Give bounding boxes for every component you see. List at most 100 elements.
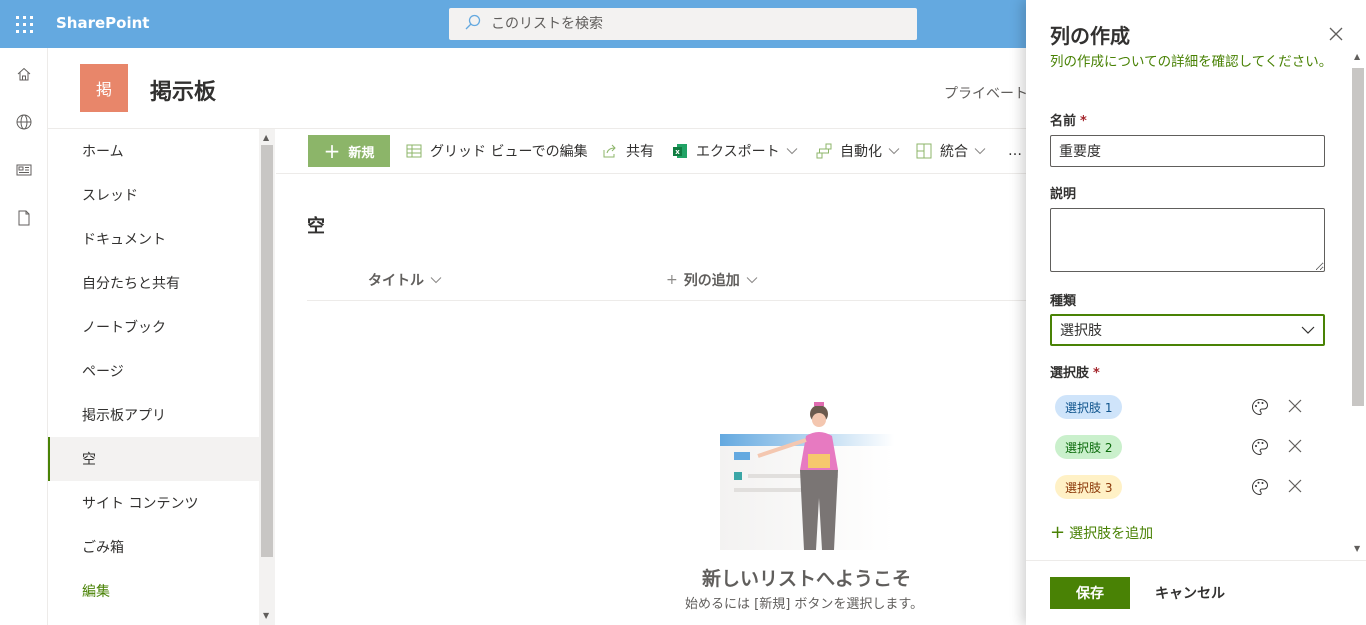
automate-label: 自動化	[840, 144, 882, 160]
choice-pill[interactable]: 選択肢 2	[1055, 435, 1123, 459]
chevron-down-icon	[888, 147, 900, 155]
home-icon[interactable]	[14, 64, 34, 84]
palette-icon[interactable]	[1251, 478, 1269, 496]
integrate-button[interactable]: 統合	[916, 141, 986, 161]
learn-more-link[interactable]: 列の作成についての詳細を確認してください。	[1050, 52, 1338, 72]
nav-item-pages[interactable]: ページ	[48, 349, 260, 393]
nav-edit-link[interactable]: 編集	[48, 569, 260, 613]
scroll-up-icon[interactable]: ▲	[1354, 52, 1360, 61]
automate-icon	[816, 143, 832, 159]
share-button[interactable]: 共有	[602, 141, 654, 161]
nav-item-empty[interactable]: 空	[48, 437, 260, 481]
description-label: 説明	[1050, 187, 1077, 202]
grid-edit-button[interactable]: グリッド ビューでの編集	[406, 141, 588, 161]
remove-choice-icon[interactable]	[1287, 478, 1305, 496]
add-choice-label: 選択肢を追加	[1069, 525, 1154, 542]
description-textarea[interactable]	[1050, 208, 1325, 272]
plus-icon: +	[666, 272, 678, 288]
grid-edit-label: グリッド ビューでの編集	[430, 144, 588, 160]
nav-item-recycle-bin[interactable]: ごみ箱	[48, 525, 260, 569]
add-column-button[interactable]: + 列の追加	[666, 270, 758, 290]
create-column-panel: 列の作成 列の作成についての詳細を確認してください。 名前* 説明 種類 選択肢…	[1026, 0, 1366, 625]
remove-choice-icon[interactable]	[1287, 438, 1305, 456]
required-mark: *	[1093, 366, 1100, 381]
choice-row: 選択肢 2	[1050, 432, 1325, 462]
nav-item-documents[interactable]: ドキュメント	[48, 217, 260, 261]
share-icon	[602, 143, 618, 159]
panel-scroll-thumb[interactable]	[1352, 68, 1364, 406]
choice-row: 選択肢 1	[1050, 392, 1325, 422]
search-icon	[465, 14, 481, 34]
add-choice-button[interactable]: + 選択肢を追加	[1050, 522, 1153, 543]
nav-item-home[interactable]: ホーム	[48, 129, 260, 173]
search-input[interactable]	[491, 16, 891, 32]
scroll-down-icon[interactable]: ▼	[1354, 544, 1360, 553]
scroll-down-icon[interactable]: ▼	[263, 611, 269, 620]
type-label: 種類	[1050, 294, 1077, 309]
choice-pill[interactable]: 選択肢 1	[1055, 395, 1123, 419]
nav-scroll-thumb[interactable]	[261, 145, 273, 557]
panel-scrollbar[interactable]: ▲ ▼	[1350, 48, 1366, 560]
type-dropdown[interactable]: 選択肢	[1050, 314, 1325, 346]
left-nav: ホーム スレッド ドキュメント 自分たちと共有 ノートブック ページ 掲示板アプ…	[48, 129, 260, 625]
empty-state-title: 新しいリストへようこそ	[702, 568, 912, 590]
share-label: 共有	[626, 144, 654, 160]
search-box[interactable]	[449, 8, 917, 40]
choice-row: 選択肢 3	[1050, 472, 1325, 502]
add-column-label: 列の追加	[683, 273, 740, 289]
site-logo[interactable]: 掲	[80, 64, 128, 112]
scroll-up-icon[interactable]: ▲	[263, 133, 269, 142]
empty-state-subtitle: 始めるには [新規] ボタンを選択します。	[685, 597, 924, 612]
command-bar: + 新規 グリッド ビューでの編集 共有 x エクスポート 自動化 統合 …	[276, 129, 1026, 173]
chevron-down-icon	[430, 276, 442, 284]
column-title-label: タイトル	[368, 273, 424, 289]
globe-icon[interactable]	[14, 112, 34, 132]
remove-choice-icon[interactable]	[1287, 398, 1305, 416]
export-button[interactable]: x エクスポート	[672, 141, 798, 161]
excel-icon: x	[672, 143, 688, 159]
name-input[interactable]	[1050, 135, 1325, 167]
command-divider	[276, 173, 1026, 174]
nav-item-shared-with-us[interactable]: 自分たちと共有	[48, 261, 260, 305]
panel-title: 列の作成	[1050, 24, 1130, 48]
column-header-title[interactable]: タイトル	[368, 270, 442, 290]
chevron-down-icon	[746, 276, 758, 284]
app-launcher-icon[interactable]	[0, 0, 48, 48]
svg-text:x: x	[675, 148, 680, 156]
nav-item-board-app[interactable]: 掲示板アプリ	[48, 393, 260, 437]
choices-label-text: 選択肢	[1050, 366, 1090, 381]
more-button[interactable]: …	[1008, 141, 1022, 161]
nav-item-site-contents[interactable]: サイト コンテンツ	[48, 481, 260, 525]
name-label: 名前 *	[1050, 110, 1087, 129]
type-dropdown-value: 選択肢	[1060, 323, 1102, 339]
required-mark: *	[1080, 114, 1087, 129]
column-header-divider	[307, 300, 1026, 301]
integrate-icon	[916, 143, 932, 159]
choices-label: 選択肢 *	[1050, 362, 1100, 381]
chevron-down-icon	[1301, 326, 1315, 334]
site-title[interactable]: 掲示板	[150, 74, 216, 106]
save-button[interactable]: 保存	[1050, 577, 1130, 609]
integrate-label: 統合	[940, 144, 968, 160]
new-button-label: 新規	[348, 145, 375, 161]
empty-list-illustration	[720, 402, 894, 550]
nav-item-threads[interactable]: スレッド	[48, 173, 260, 217]
chevron-down-icon	[974, 147, 986, 155]
grid-icon	[406, 143, 422, 159]
cancel-button[interactable]: キャンセル	[1142, 577, 1238, 609]
palette-icon[interactable]	[1251, 438, 1269, 456]
choice-pill[interactable]: 選択肢 3	[1055, 475, 1123, 499]
export-label: エクスポート	[696, 144, 780, 160]
palette-icon[interactable]	[1251, 398, 1269, 416]
news-icon[interactable]	[14, 160, 34, 180]
brand-name[interactable]: SharePoint	[56, 14, 149, 32]
new-button[interactable]: + 新規	[308, 135, 390, 167]
chevron-down-icon	[786, 147, 798, 155]
file-icon[interactable]	[14, 208, 34, 228]
nav-item-notebook[interactable]: ノートブック	[48, 305, 260, 349]
name-label-text: 名前	[1050, 114, 1077, 129]
automate-button[interactable]: 自動化	[816, 141, 900, 161]
close-icon[interactable]	[1328, 26, 1344, 42]
app-bar	[0, 48, 48, 625]
nav-scrollbar[interactable]: ▲ ▼	[259, 129, 275, 625]
